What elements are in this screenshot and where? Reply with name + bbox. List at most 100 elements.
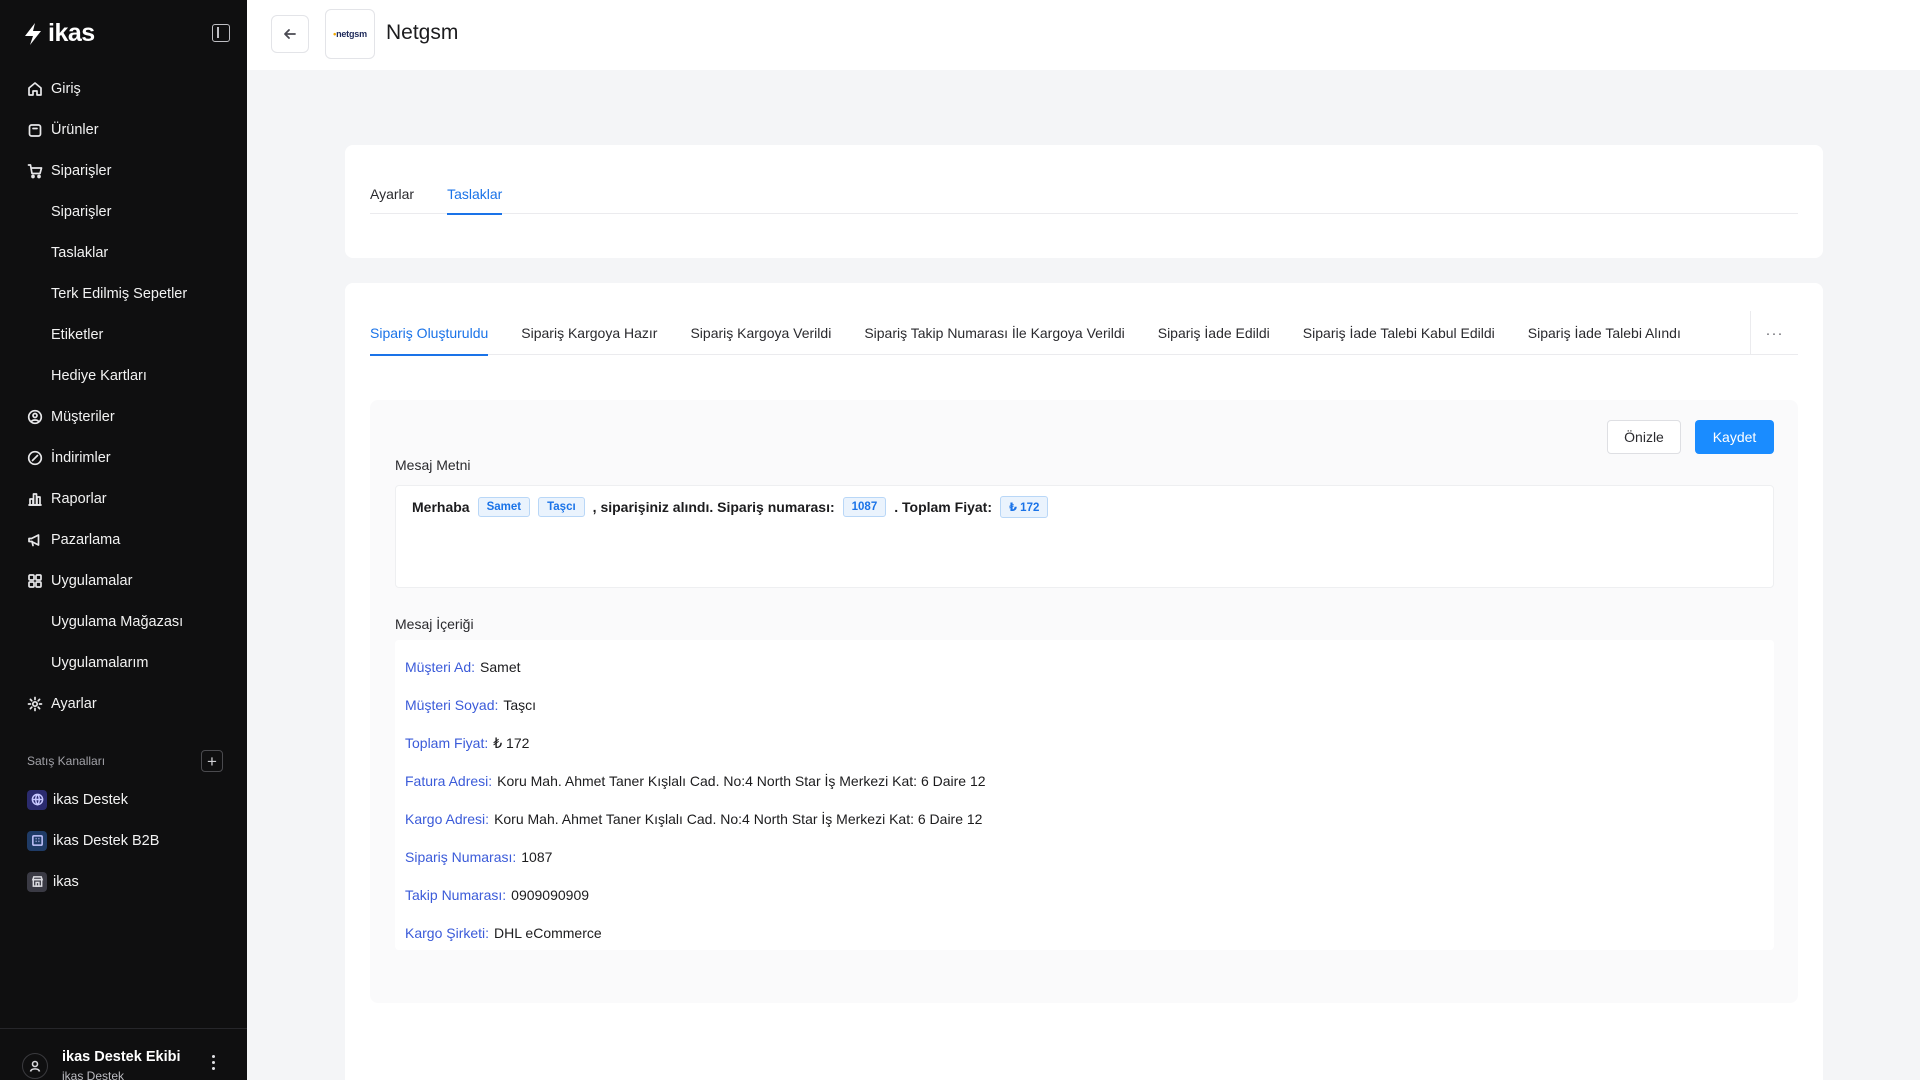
tab-siparis-iade-talebi-alindi[interactable]: Sipariş İade Talebi Alındı: [1528, 311, 1681, 355]
sidebar-item-label: İndirimler: [51, 449, 111, 466]
globe-icon: [27, 789, 47, 810]
variable-value: Koru Mah. Ahmet Taner Kışlalı Cad. No:4 …: [497, 773, 986, 789]
arrow-left-icon: [284, 29, 296, 39]
list-item[interactable]: Müşteri Ad: Samet: [405, 659, 521, 675]
sidebar-item-label: Uygulama Mağazası: [51, 613, 184, 630]
sidebar-item-label: Etiketler: [51, 326, 104, 343]
variable-value: Taşcı: [503, 697, 537, 713]
list-item[interactable]: Toplam Fiyat: ₺ 172: [405, 735, 529, 752]
bolt-icon: [25, 22, 41, 45]
user-menu-icon[interactable]: [212, 1055, 216, 1073]
variable-chip-last-name[interactable]: Taşcı: [538, 497, 585, 517]
tab-siparis-kargoya-verildi[interactable]: Sipariş Kargoya Verildi: [690, 311, 831, 355]
sidebar-item-label: Siparişler: [51, 162, 112, 179]
sidebar-subitem-terk-edilmis-sepetler[interactable]: Terk Edilmiş Sepetler: [0, 273, 247, 314]
variable-chip-order-number[interactable]: 1087: [842, 497, 887, 517]
sidebar-subitem-uygulamalarim[interactable]: Uygulamalarım: [0, 642, 247, 683]
channel-label: ikas: [53, 873, 79, 890]
message-text-label: Mesaj Metni: [395, 457, 471, 473]
template-editor: Önizle Kaydet Mesaj Metni Merhaba Samet …: [370, 400, 1798, 1003]
list-item[interactable]: Kargo Adresi: Koru Mah. Ahmet Taner Kışl…: [405, 811, 982, 827]
message-text-part: . Toplam Fiyat:: [894, 499, 992, 515]
sidebar-item-label: Pazarlama: [51, 531, 121, 548]
sidebar-subitem-uygulama-magazasi[interactable]: Uygulama Mağazası: [0, 601, 247, 642]
sidebar-item-siparisler[interactable]: Siparişler: [0, 150, 247, 191]
user-circle-icon: [27, 409, 43, 425]
sidebar-item-urunler[interactable]: Ürünler: [0, 109, 247, 150]
message-content-list: Müşteri Ad: Samet Müşteri Soyad: Taşcı T…: [395, 640, 1774, 950]
list-item[interactable]: Müşteri Soyad: Taşcı: [405, 697, 536, 713]
list-item[interactable]: Kargo Şirketi: DHL eCommerce: [405, 925, 602, 941]
list-item[interactable]: Sipariş Numarası: 1087: [405, 849, 552, 865]
sidebar-subitem-etiketler[interactable]: Etiketler: [0, 314, 247, 355]
home-icon: [27, 81, 43, 97]
variable-key: Takip Numarası:: [405, 887, 507, 903]
add-channel-button[interactable]: +: [201, 750, 223, 772]
variable-key: Müşteri Ad:: [405, 659, 476, 675]
grid-icon: [27, 573, 43, 589]
list-item[interactable]: Fatura Adresi: Koru Mah. Ahmet Taner Kış…: [405, 773, 986, 789]
discount-icon: [27, 450, 43, 466]
sidebar-item-giris[interactable]: Giriş: [0, 68, 247, 109]
tab-taslaklar[interactable]: Taslaklar: [447, 173, 503, 215]
variable-value: DHL eCommerce: [494, 925, 602, 941]
variable-key: Müşteri Soyad:: [405, 697, 499, 713]
tab-siparis-olusturuldu[interactable]: Sipariş Oluşturuldu: [370, 311, 489, 356]
user-name: ikas Destek Ekibi: [62, 1049, 181, 1065]
page-header: • netgsm Netgsm: [247, 0, 1920, 70]
variable-chip-total-price[interactable]: ₺ 172: [999, 496, 1049, 518]
page-title: Netgsm: [386, 21, 459, 44]
store-icon: [27, 871, 47, 892]
channel-label: ikas Destek: [53, 791, 128, 808]
sidebar-item-pazarlama[interactable]: Pazarlama: [0, 519, 247, 560]
sidebar-item-musteriler[interactable]: Müşteriler: [0, 396, 247, 437]
megaphone-icon: [27, 532, 43, 548]
list-item[interactable]: Takip Numarası: 0909090909: [405, 887, 589, 903]
channel-ikas-destek[interactable]: ikas Destek: [0, 779, 247, 820]
sidebar-item-raporlar[interactable]: Raporlar: [0, 478, 247, 519]
sidebar-item-label: Uygulamalar: [51, 572, 133, 589]
netgsm-app-logo: • netgsm: [325, 9, 375, 59]
ikas-logo[interactable]: ikas: [22, 19, 95, 48]
save-button[interactable]: Kaydet: [1695, 420, 1774, 454]
message-text-part: , siparişiniz alındı. Sipariş numarası:: [592, 499, 835, 515]
message-text-editor[interactable]: Merhaba Samet Taşcı , siparişiniz alındı…: [395, 485, 1774, 588]
user-org: ikas Destek: [62, 1069, 125, 1080]
channel-ikas-destek-b2b[interactable]: ikas Destek B2B: [0, 820, 247, 861]
sidebar-item-label: Raporlar: [51, 490, 107, 507]
tab-ayarlar[interactable]: Ayarlar: [370, 173, 414, 214]
sidebar-item-label: Terk Edilmiş Sepetler: [51, 285, 188, 302]
tab-siparis-iade-talebi-kabul-edildi[interactable]: Sipariş İade Talebi Kabul Edildi: [1303, 311, 1495, 355]
message-greeting: Merhaba: [412, 499, 470, 515]
channel-ikas[interactable]: ikas: [0, 861, 247, 902]
back-button[interactable]: [271, 15, 309, 53]
user-avatar-icon: [22, 1053, 48, 1079]
preview-button[interactable]: Önizle: [1607, 420, 1681, 454]
user-profile[interactable]: ikas Destek Ekibi ikas Destek: [0, 1028, 247, 1080]
sales-channels-header: Satış Kanalları +: [27, 750, 223, 772]
tab-siparis-iade-edildi[interactable]: Sipariş İade Edildi: [1158, 311, 1270, 355]
variable-value: Samet: [480, 659, 521, 675]
cart-icon: [27, 163, 43, 179]
variable-chip-first-name[interactable]: Samet: [477, 497, 531, 517]
template-tabs: Sipariş Oluşturuldu Sipariş Kargoya Hazı…: [370, 311, 1798, 356]
variable-value: 1087: [521, 849, 553, 865]
sidebar-item-uygulamalar[interactable]: Uygulamalar: [0, 560, 247, 601]
building-icon: [27, 830, 47, 851]
tab-siparis-kargoya-hazir[interactable]: Sipariş Kargoya Hazır: [521, 311, 657, 355]
sidebar-item-label: Siparişler: [51, 203, 112, 220]
sidebar-subitem-hediye-kartlari[interactable]: Hediye Kartları: [0, 355, 247, 396]
sidebar-subitem-taslaklar[interactable]: Taslaklar: [0, 232, 247, 273]
templates-card: Sipariş Oluşturuldu Sipariş Kargoya Hazı…: [345, 283, 1823, 1080]
sidebar-item-indirimler[interactable]: İndirimler: [0, 437, 247, 478]
sidebar-subitem-siparisler[interactable]: Siparişler: [0, 191, 247, 232]
sidebar-item-label: Ayarlar: [51, 695, 97, 712]
sidebar-collapse-icon[interactable]: [212, 24, 230, 42]
message-text-content: Merhaba Samet Taşcı , siparişiniz alındı…: [412, 496, 1049, 518]
sidebar-nav: Giriş Ürünler Siparişler Siparişler Tasl…: [0, 68, 247, 724]
channel-label: ikas Destek B2B: [53, 832, 160, 849]
more-tabs-icon[interactable]: ···: [1750, 311, 1798, 355]
tab-siparis-takip-numarasi-ile-kargoya-verildi[interactable]: Sipariş Takip Numarası İle Kargoya Veril…: [864, 311, 1124, 355]
variable-value: Koru Mah. Ahmet Taner Kışlalı Cad. No:4 …: [494, 811, 983, 827]
sidebar-item-ayarlar[interactable]: Ayarlar: [0, 683, 247, 724]
